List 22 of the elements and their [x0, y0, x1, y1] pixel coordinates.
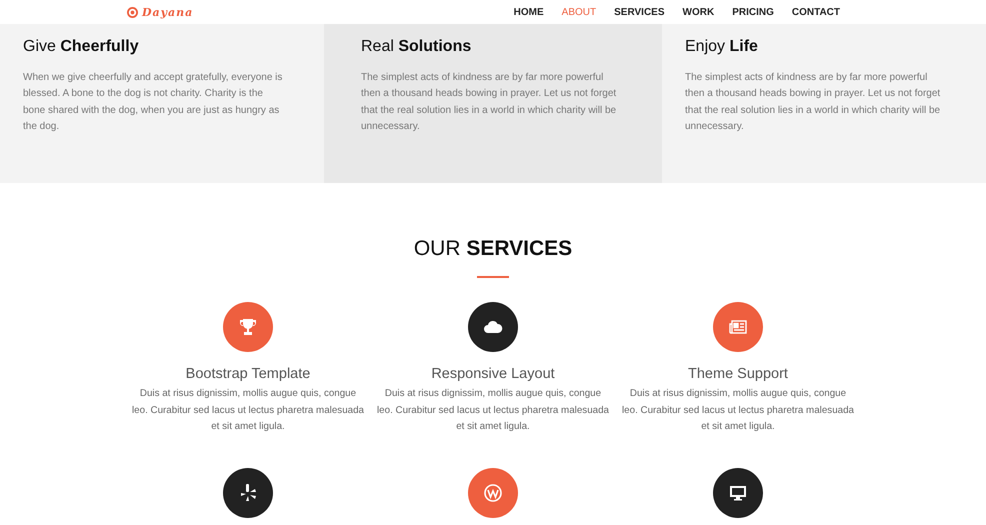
- service-text: Duis at risus dignissim, mollis augue quis, congue leo. Curabitur sed lacus ut lectus pharetra malesuada et sit amet ligula.: [622, 387, 854, 434]
- nav-link[interactable]: SERVICES: [614, 6, 665, 18]
- nav-link[interactable]: WORK: [682, 6, 714, 18]
- feature-text: When we give cheerfully and accept gratefully, everyone is blessed. A bone to the dog is not charity. Charity is the bone shared with the dog, when you are just as hungry as the dog.: [23, 71, 284, 134]
- feature-text: The simplest acts of kindness are by far more powerful then a thousand heads bowing in prayer. Let us not forget that the real solution lies in a world in which charity will be unnecessary.: [685, 71, 942, 134]
- service-title: Bootstrap Template: [186, 366, 310, 382]
- feature-title: Real Solutions: [361, 38, 472, 56]
- trophy-icon: [238, 317, 258, 337]
- nav-link[interactable]: CONTACT: [792, 6, 840, 18]
- burst-icon: [238, 482, 258, 502]
- service-text: Duis at risus dignissim, mollis augue quis, congue leo. Curabitur sed lacus ut lectus pharetra malesuada et sit amet ligula.: [377, 387, 609, 434]
- feature-text: The simplest acts of kindness are by far more powerful then a thousand heads bowing in prayer. Let us not forget that the real solution lies in a world in which charity will be unnecessary.: [361, 71, 618, 134]
- nav-link[interactable]: PRICING: [732, 6, 774, 18]
- logo-icon: [127, 6, 138, 18]
- service-text: Duis at risus dignissim, mollis augue quis, congue leo. Curabitur sed lacus ut lectus pharetra malesuada et sit amet ligula.: [132, 387, 364, 434]
- feature-title: Enjoy Life: [685, 38, 759, 56]
- section-title: OUR SERVICES: [414, 237, 572, 261]
- service-title: Theme Support: [688, 366, 788, 382]
- service-title: Responsive Layout: [431, 366, 555, 382]
- feature-title: Give Cheerfully: [23, 38, 140, 56]
- nav-link[interactable]: HOME: [514, 6, 544, 18]
- zigzag-circle-icon: [483, 482, 503, 502]
